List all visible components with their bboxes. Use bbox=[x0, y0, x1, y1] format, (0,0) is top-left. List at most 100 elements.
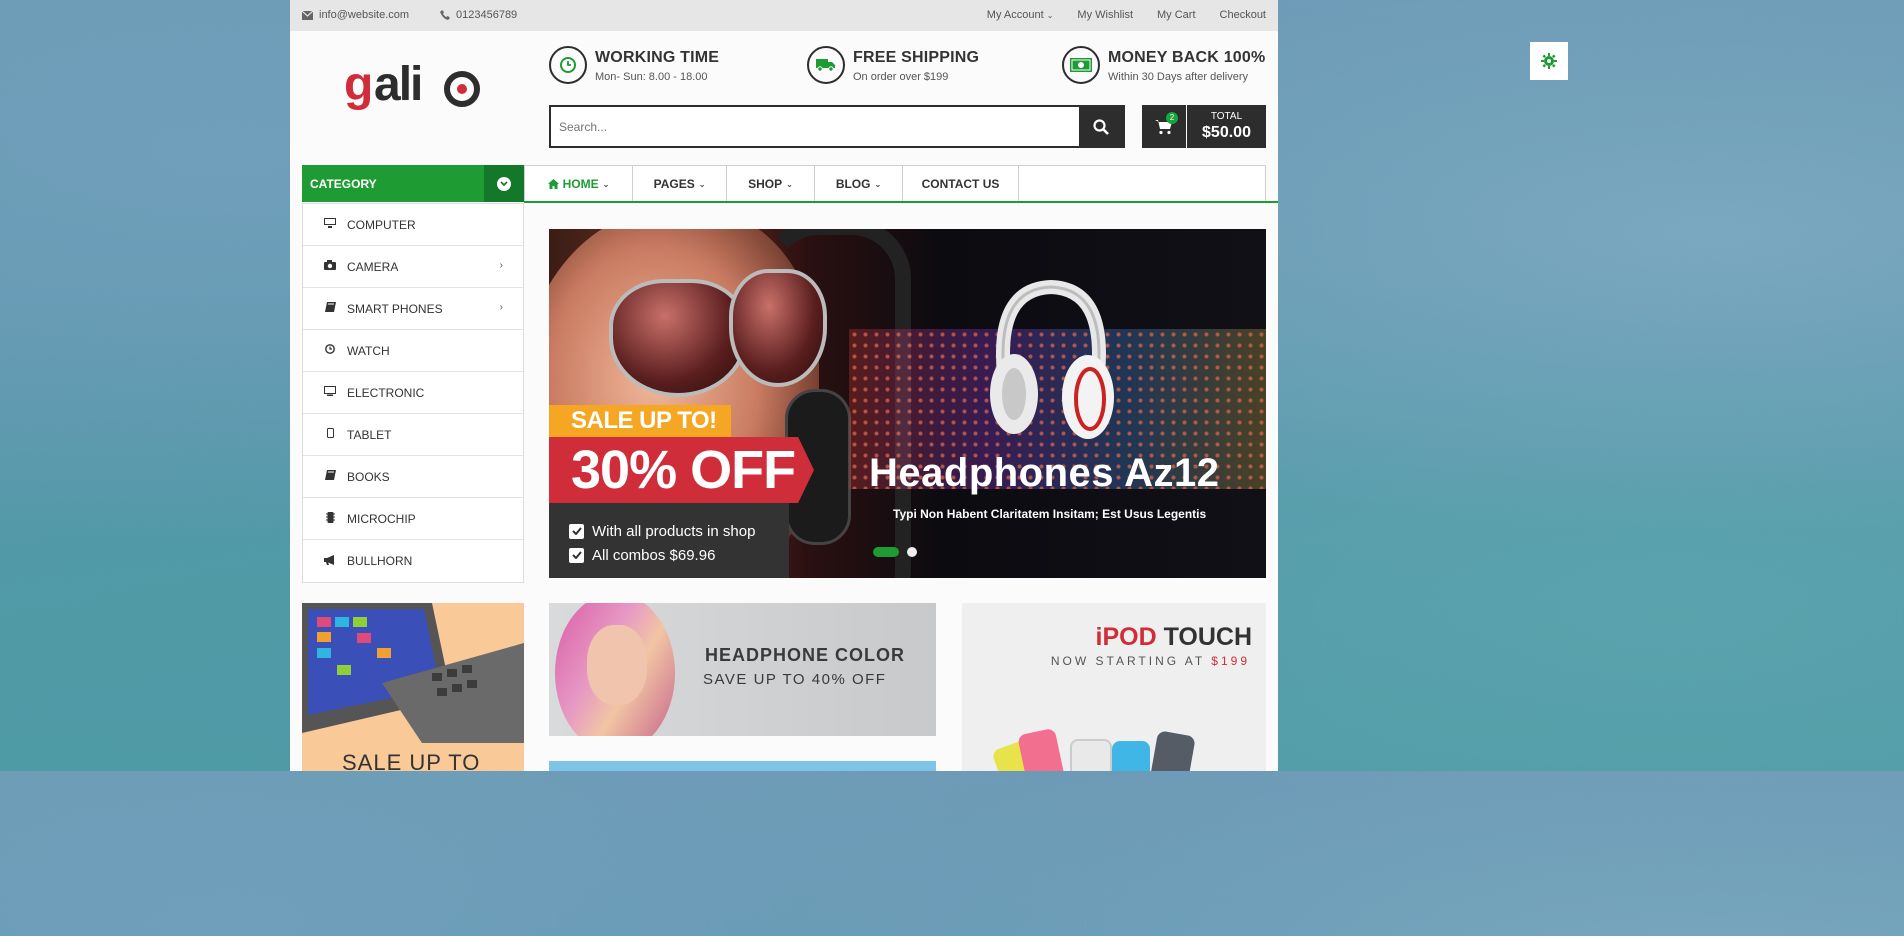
slide-title: Headphones Az12 bbox=[869, 451, 1220, 495]
cart-total-value: $50.00 bbox=[1202, 124, 1251, 141]
ipod-brand: iPOD bbox=[1095, 623, 1157, 651]
svg-text:g: g bbox=[344, 60, 371, 111]
tab-pages-label: PAGES bbox=[653, 177, 695, 191]
chevron-right-icon: › bbox=[499, 302, 503, 313]
tab-shop[interactable]: SHOP ⌄ bbox=[727, 166, 815, 202]
feature-subtitle: Within 30 Days after delivery bbox=[1108, 71, 1248, 83]
sale-bullets: With all products in shop All combos $69… bbox=[549, 503, 789, 578]
banner-ipod-subtitle: NOW STARTING AT $199 bbox=[1051, 654, 1250, 668]
category-label: ELECTRONIC bbox=[347, 385, 425, 400]
feature-subtitle: Mon- Sun: 8.00 - 18.00 bbox=[595, 71, 708, 83]
category-item-bullhorn[interactable]: BULLHORN bbox=[303, 540, 523, 582]
feature-working-time: WORKING TIME Mon- Sun: 8.00 - 18.00 bbox=[549, 46, 719, 84]
category-item-electronic[interactable]: ELECTRONIC bbox=[303, 372, 523, 414]
category-item-books[interactable]: BOOKS bbox=[303, 456, 523, 498]
slide-subtitle: Typi Non Habent Claritatem Insitam; Est … bbox=[893, 507, 1207, 521]
cart-total[interactable]: TOTAL $50.00 bbox=[1187, 105, 1266, 148]
chevron-down-icon: ⌄ bbox=[874, 179, 882, 189]
chevron-right-icon: › bbox=[499, 260, 503, 271]
feature-title: FREE SHIPPING bbox=[853, 49, 980, 66]
banner-headphone-color[interactable]: HEADPHONE COLOR SAVE UP TO 40% OFF bbox=[549, 603, 936, 736]
category-label: BULLHORN bbox=[347, 554, 413, 568]
site-logo[interactable]: g ali bbox=[342, 58, 492, 120]
banner-laptop-text: SALE UP TO bbox=[342, 750, 481, 771]
account-links: My Account ⌄ My Wishlist My Cart Checkou… bbox=[987, 9, 1266, 21]
category-item-camera[interactable]: CAMERA › bbox=[303, 246, 523, 288]
category-label: MICROCHIP bbox=[347, 511, 416, 526]
bullet-item: All combos $69.96 bbox=[569, 543, 789, 567]
search-icon bbox=[1093, 118, 1109, 135]
bullet-item: With all products in shop bbox=[569, 519, 789, 543]
svg-text:ali: ali bbox=[374, 60, 421, 111]
clock-icon bbox=[323, 344, 337, 357]
feature-money-back: MONEY BACK 100% Within 30 Days after del… bbox=[1062, 46, 1265, 84]
checkout-link[interactable]: Checkout bbox=[1220, 9, 1266, 21]
category-header-label: CATEGORY bbox=[310, 177, 377, 191]
chevron-down-icon: ⌄ bbox=[786, 179, 793, 189]
tab-contact-us[interactable]: CONTACT US bbox=[903, 166, 1019, 202]
banner-ipod-title: iPOD TOUCH bbox=[1096, 623, 1253, 652]
cart-total-label: TOTAL bbox=[1210, 111, 1243, 122]
nav-underline bbox=[524, 201, 1278, 203]
checkbox-checked-icon bbox=[569, 523, 584, 539]
cart-icon-box[interactable]: 2 bbox=[1142, 105, 1186, 148]
chevron-down-icon: ⌄ bbox=[698, 179, 706, 189]
feature-free-shipping: FREE SHIPPING On order over $199 bbox=[807, 46, 979, 84]
settings-button[interactable] bbox=[1530, 42, 1568, 80]
page-container: info@website.com 0123456789 My Account ⌄… bbox=[290, 0, 1278, 771]
category-header[interactable]: CATEGORY bbox=[302, 165, 524, 202]
book-icon bbox=[323, 302, 337, 315]
banner-blue[interactable] bbox=[549, 761, 936, 771]
ipod-white-image bbox=[1070, 739, 1112, 771]
camera-icon bbox=[323, 260, 337, 273]
feature-title: MONEY BACK 100% bbox=[1108, 49, 1266, 66]
bullhorn-icon bbox=[323, 554, 337, 568]
desktop-icon bbox=[323, 218, 337, 231]
category-item-computer[interactable]: COMPUTER bbox=[303, 204, 523, 246]
chevron-down-icon: ⌄ bbox=[602, 179, 610, 189]
slider-dot-active[interactable] bbox=[873, 547, 899, 557]
category-label: WATCH bbox=[347, 343, 390, 358]
category-label: BOOKS bbox=[347, 469, 390, 484]
tab-pages[interactable]: PAGES ⌄ bbox=[633, 166, 727, 202]
mini-cart[interactable]: 2 TOTAL $50.00 bbox=[1142, 105, 1266, 148]
chevron-down-icon bbox=[497, 176, 511, 191]
category-toggle[interactable] bbox=[484, 165, 524, 202]
category-item-tablet[interactable]: TABLET bbox=[303, 414, 523, 456]
category-label: SMART PHONES bbox=[347, 301, 443, 316]
envelope-icon bbox=[302, 10, 313, 20]
search-input[interactable] bbox=[551, 107, 1079, 146]
email-text: info@website.com bbox=[319, 9, 410, 21]
category-list: COMPUTER CAMERA › SMART PHONES › WATCH E… bbox=[302, 203, 524, 583]
tab-home-label: HOME bbox=[562, 177, 599, 191]
my-account-link[interactable]: My Account ⌄ bbox=[987, 9, 1054, 21]
contact-email[interactable]: info@website.com bbox=[302, 9, 409, 21]
my-account-label: My Account bbox=[986, 9, 1044, 21]
ipod-pink-image bbox=[1017, 727, 1069, 771]
ipod-price: $199 bbox=[1211, 654, 1250, 668]
clock-icon bbox=[549, 46, 587, 84]
laptop-image bbox=[302, 603, 524, 743]
ipod-gray-image bbox=[1146, 730, 1196, 771]
bullet-text: All combos $69.96 bbox=[592, 546, 716, 564]
ipod-blue-image bbox=[1112, 741, 1150, 771]
feature-title: WORKING TIME bbox=[595, 49, 720, 66]
hero-slider[interactable]: SALE UP TO! 30% OFF With all products in… bbox=[549, 229, 1266, 578]
banner-laptop[interactable]: SALE UP TO bbox=[302, 603, 524, 771]
tablet-icon bbox=[323, 428, 337, 441]
tab-blog[interactable]: BLOG ⌄ bbox=[815, 166, 903, 202]
tab-shop-label: SHOP bbox=[748, 177, 783, 191]
category-item-smart-phones[interactable]: SMART PHONES › bbox=[303, 288, 523, 330]
tab-home[interactable]: HOME ⌄ bbox=[525, 166, 633, 202]
top-bar: info@website.com 0123456789 My Account ⌄… bbox=[290, 0, 1278, 31]
banner-ipod-touch[interactable]: iPOD TOUCH NOW STARTING AT $199 bbox=[962, 603, 1266, 771]
category-item-microchip[interactable]: MICROCHIP bbox=[303, 498, 523, 540]
category-item-watch[interactable]: WATCH bbox=[303, 330, 523, 372]
slider-dot[interactable] bbox=[907, 547, 917, 557]
my-cart-link[interactable]: My Cart bbox=[1157, 9, 1196, 21]
contact-phone[interactable]: 0123456789 bbox=[440, 9, 517, 21]
category-label: COMPUTER bbox=[347, 217, 416, 232]
my-wishlist-link[interactable]: My Wishlist bbox=[1077, 9, 1133, 21]
search-button[interactable] bbox=[1079, 107, 1123, 146]
home-icon bbox=[547, 179, 559, 189]
